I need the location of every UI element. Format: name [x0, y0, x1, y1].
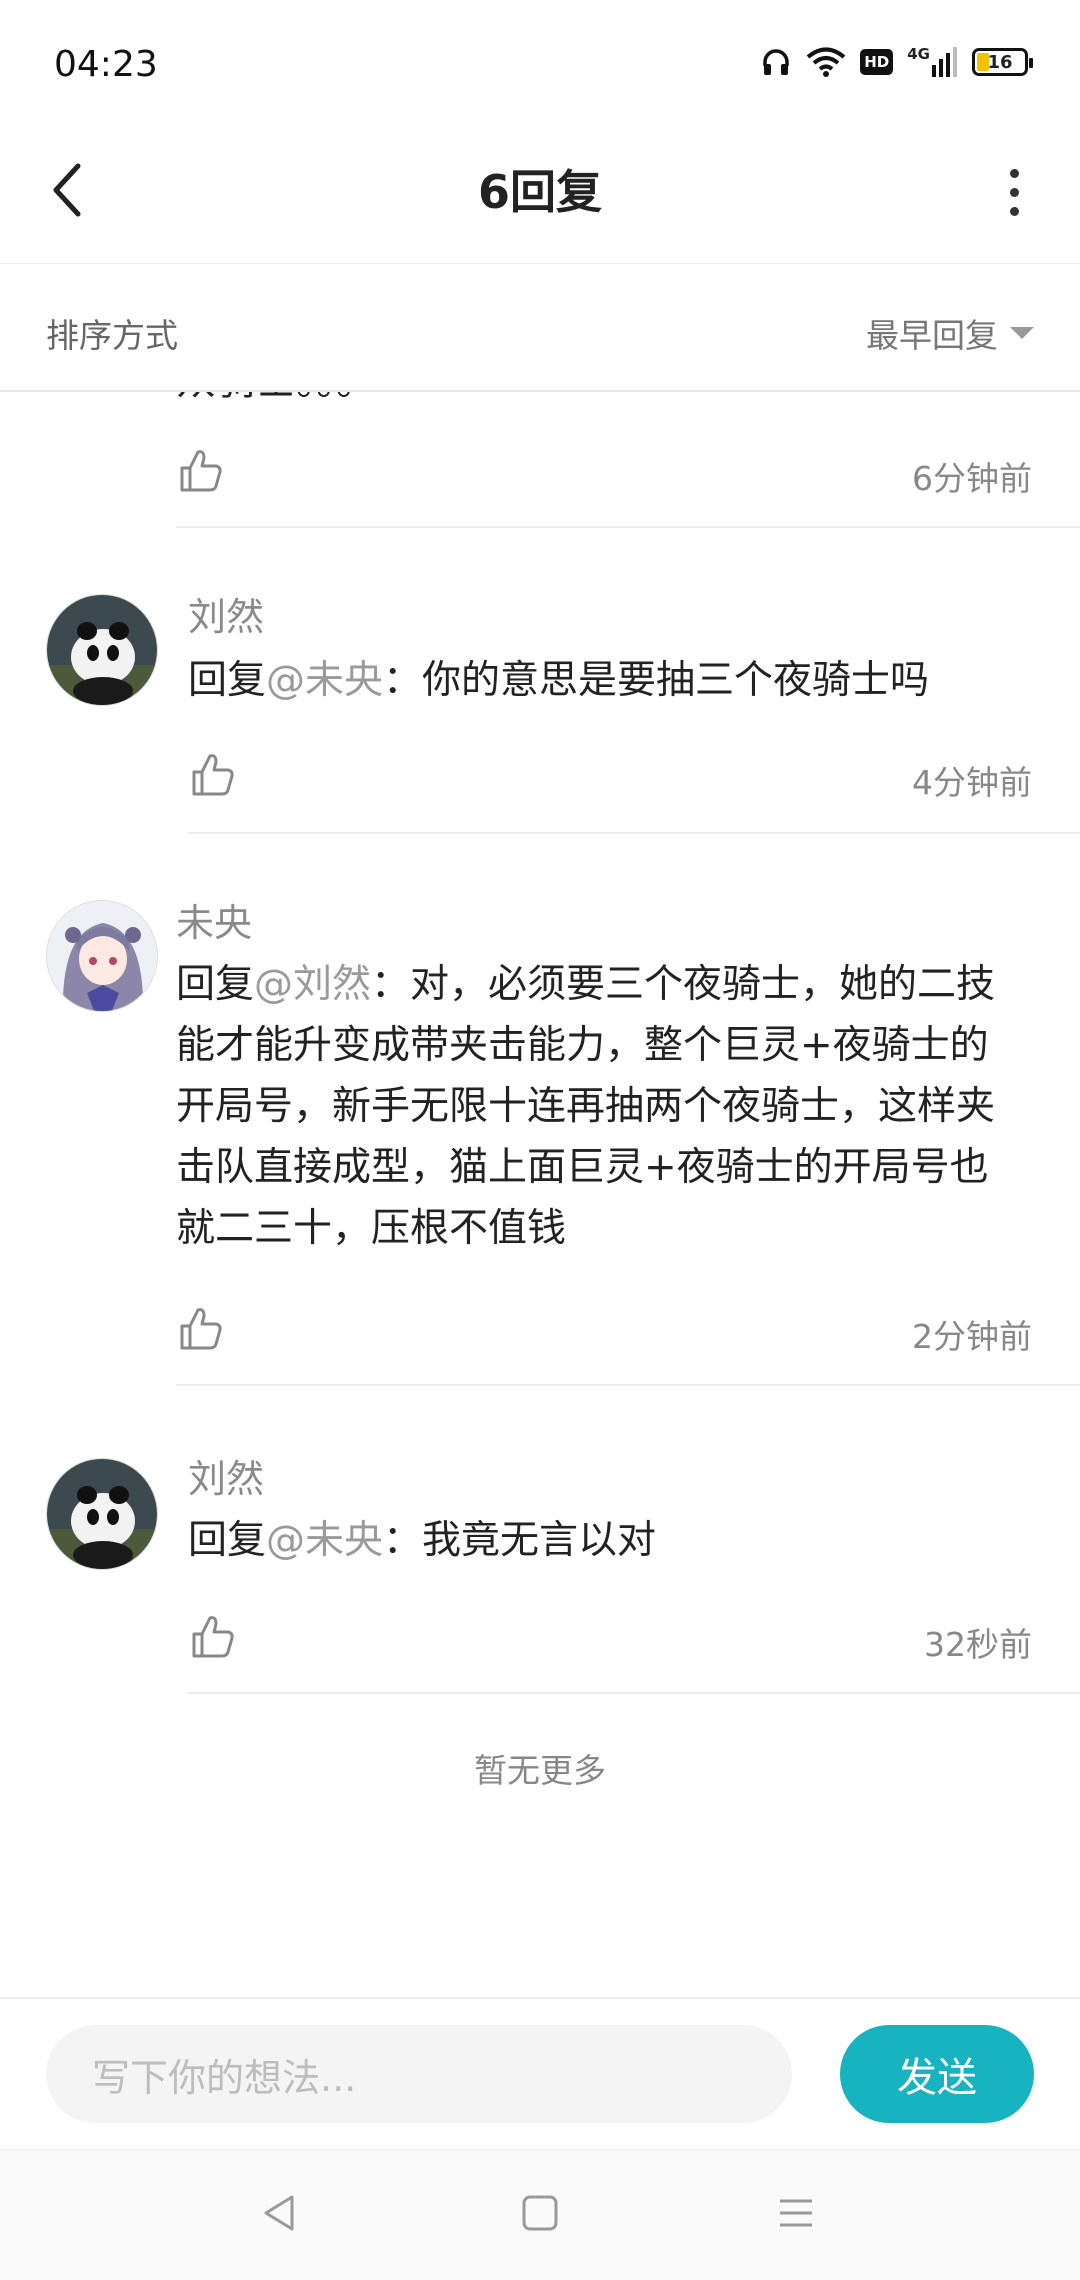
status-bar: 04:23 HD 4G 16 — [0, 0, 1080, 130]
comment-author[interactable]: 未央 — [176, 892, 252, 947]
comment-meta: 32秒前 — [0, 1608, 1080, 1688]
triangle-back-icon — [258, 2191, 302, 2239]
reply-input-bar: 写下你的想法... 发送 — [0, 1997, 1080, 2149]
divider — [188, 1692, 1080, 1694]
comment-author[interactable]: 刘然 — [188, 586, 264, 641]
wifi-icon — [806, 46, 846, 78]
network-type: 4G — [907, 45, 930, 63]
send-button[interactable]: 发送 — [840, 2025, 1034, 2123]
thumbs-up-icon[interactable] — [176, 446, 224, 494]
more-vertical-icon — [1009, 168, 1019, 178]
battery-level: 16 — [987, 51, 1013, 73]
comment-meta: 4分钟前 — [0, 746, 1080, 826]
signal-4g-icon: 4G — [907, 47, 958, 77]
mention-link[interactable]: @未央 — [266, 658, 383, 703]
more-options-button[interactable] — [984, 152, 1044, 232]
thumbs-up-icon[interactable] — [176, 1304, 224, 1352]
battery-icon: 16 — [972, 48, 1033, 76]
mention-link[interactable]: @未央 — [266, 1518, 383, 1563]
thumbs-up-icon[interactable] — [188, 1612, 236, 1660]
avatar-panda[interactable] — [46, 594, 158, 706]
comment-text: 我竟无言以对 — [422, 1518, 657, 1563]
mention-link[interactable]: @刘然 — [254, 962, 371, 1007]
status-time: 04:23 — [54, 44, 158, 85]
nav-menu-button[interactable] — [756, 2182, 836, 2248]
system-nav-bar — [0, 2149, 1080, 2280]
reply-list[interactable]: 众骑士。。。 6分钟前 刘然 回复@未央：你的意思是要抽三个夜骑士吗 4分钟前 … — [0, 392, 1080, 1997]
avatar-anime-girl[interactable] — [46, 900, 158, 1012]
comment-item: 刘然 回复@未央：我竟无言以对 32秒前 — [0, 1386, 1080, 1696]
comment-time: 4分钟前 — [912, 763, 1032, 802]
partial-comment-text: 众骑士。。。 — [176, 392, 376, 406]
avatar-panda[interactable] — [46, 1458, 158, 1570]
partial-comment-meta: 6分钟前 — [0, 442, 1080, 522]
sort-label: 排序方式 — [46, 316, 178, 355]
comment-author[interactable]: 刘然 — [188, 1448, 264, 1503]
square-home-icon — [518, 2191, 562, 2239]
comment-time: 2分钟前 — [912, 1317, 1032, 1356]
no-more-label: 暂无更多 — [474, 1751, 606, 1790]
sort-bar: 排序方式 最早回复 — [0, 264, 1080, 392]
comment-text: 你的意思是要抽三个夜骑士吗 — [422, 658, 930, 703]
reply-separator: ： — [371, 962, 411, 1007]
page-title: 6回复 — [477, 165, 602, 219]
comment-item: 未央 回复@刘然：对，必须要三个夜骑士，她的二技能才能升变成带夹击能力，整个巨灵… — [0, 834, 1080, 1386]
reply-separator: ： — [383, 1518, 423, 1563]
app-header: 6回复 — [0, 130, 1080, 264]
thumbs-up-icon[interactable] — [188, 750, 236, 798]
sort-selected-value: 最早回复 — [866, 316, 998, 355]
comment-content: 回复@未央：我竟无言以对 — [188, 1510, 1048, 1571]
hamburger-menu-icon — [774, 2191, 818, 2239]
reply-input[interactable]: 写下你的想法... — [46, 2025, 792, 2123]
caret-down-icon — [1010, 327, 1034, 339]
comment-time: 32秒前 — [924, 1625, 1032, 1664]
nav-home-button[interactable] — [500, 2182, 580, 2248]
reply-prefix: 回复 — [188, 1518, 267, 1563]
reply-prefix: 回复 — [176, 962, 255, 1007]
comment-meta: 2分钟前 — [0, 1300, 1080, 1380]
more-vertical-dot — [1009, 206, 1019, 216]
comment-content: 回复@未央：你的意思是要抽三个夜骑士吗 — [188, 650, 1048, 711]
status-icons: HD 4G 16 — [760, 46, 1033, 78]
reply-prefix: 回复 — [188, 658, 267, 703]
reply-separator: ： — [383, 658, 423, 703]
hd-icon: HD — [860, 49, 894, 75]
more-vertical-dot — [1009, 187, 1019, 197]
headphones-icon — [760, 46, 792, 78]
comment-content: 回复@刘然：对，必须要三个夜骑士，她的二技能才能升变成带夹击能力，整个巨灵+夜骑… — [176, 954, 1026, 1259]
nav-back-button[interactable] — [240, 2182, 320, 2248]
comment-item: 刘然 回复@未央：你的意思是要抽三个夜骑士吗 4分钟前 — [0, 526, 1080, 834]
sort-dropdown[interactable]: 最早回复 — [866, 309, 1034, 357]
comment-time: 6分钟前 — [912, 459, 1032, 498]
